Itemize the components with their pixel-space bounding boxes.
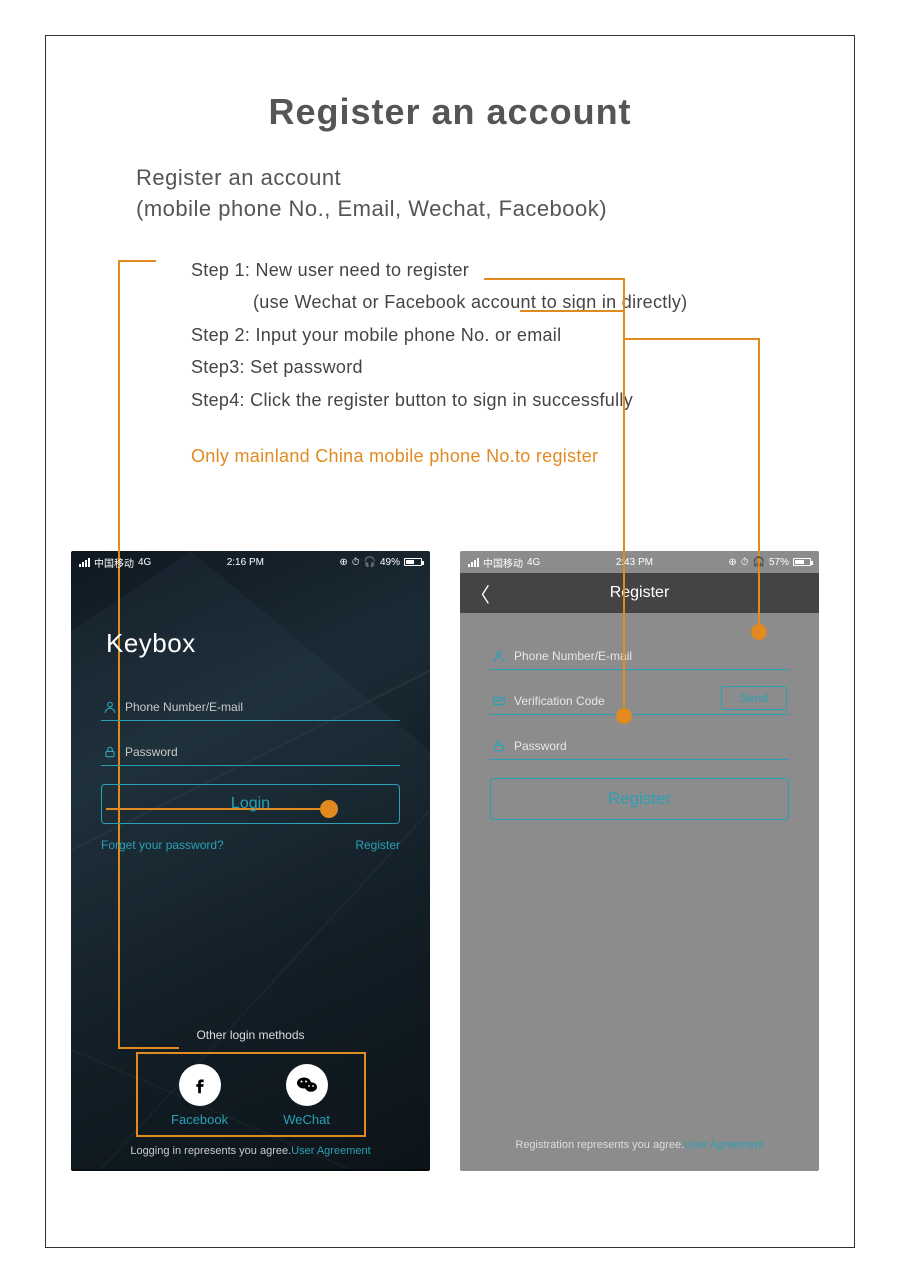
battery-pct: 49% xyxy=(380,557,400,568)
wechat-icon xyxy=(286,1064,328,1106)
battery-pct: 57% xyxy=(769,557,789,568)
wechat-label: WeChat xyxy=(283,1112,330,1127)
network-text: 4G xyxy=(527,557,540,568)
phone-email-placeholder: Phone Number/E-mail xyxy=(125,700,243,714)
register-screen: 中国移动 4G 2:43 PM ⊕ ⏱ 🎧 57% 〈 Register xyxy=(460,551,819,1171)
status-bar: 中国移动 4G 2:16 PM ⊕ ⏱ 🎧 49% xyxy=(71,551,430,573)
back-icon[interactable]: 〈 xyxy=(470,579,490,608)
facebook-login[interactable]: Facebook xyxy=(171,1064,228,1127)
wechat-login[interactable]: WeChat xyxy=(283,1064,330,1127)
headphones-icon: 🎧 xyxy=(364,557,376,568)
step-1a: Step 1: New user need to register xyxy=(191,255,819,286)
reg-phone-email-field[interactable]: Phone Number/E-mail xyxy=(490,643,789,670)
reg-password-placeholder: Password xyxy=(514,739,567,753)
alarm-icon: ⊕ xyxy=(728,557,736,568)
password-field[interactable]: Password xyxy=(101,739,400,766)
register-button[interactable]: Register xyxy=(490,778,789,820)
user-icon xyxy=(103,700,117,714)
message-icon xyxy=(492,694,506,708)
register-header-title: Register xyxy=(610,584,670,602)
clock-icon: ⏱ xyxy=(352,557,360,568)
reg-code-placeholder: Verification Code xyxy=(514,694,605,708)
step-4: Step4: Click the register button to sign… xyxy=(191,385,819,416)
login-agree-text: Logging in represents you agree.User Agr… xyxy=(71,1145,430,1157)
page-title: Register an account xyxy=(81,91,819,133)
alarm-icon: ⊕ xyxy=(339,557,347,568)
user-agreement-link[interactable]: User Agreement xyxy=(291,1145,370,1157)
step-1b: (use Wechat or Facebook account to sign … xyxy=(191,287,819,318)
send-code-button[interactable]: Send xyxy=(721,686,787,710)
clock-icon: ⏱ xyxy=(741,557,749,568)
lock-icon xyxy=(492,739,506,753)
signal-icon xyxy=(79,558,90,567)
register-link[interactable]: Register xyxy=(355,838,400,852)
reg-code-field[interactable]: Verification Code Send xyxy=(490,688,789,715)
password-placeholder: Password xyxy=(125,745,178,759)
app-name: Keybox xyxy=(106,628,430,659)
lock-icon xyxy=(103,745,117,759)
user-agreement-link[interactable]: User Agreement xyxy=(684,1139,763,1151)
network-text: 4G xyxy=(138,557,151,568)
subtitle-line2: (mobile phone No., Email, Wechat, Facebo… xyxy=(136,194,819,225)
battery-icon xyxy=(404,558,422,566)
user-icon xyxy=(492,649,506,663)
status-bar: 中国移动 4G 2:43 PM ⊕ ⏱ 🎧 57% xyxy=(460,551,819,573)
register-header: 〈 Register xyxy=(460,573,819,613)
facebook-label: Facebook xyxy=(171,1112,228,1127)
facebook-icon xyxy=(179,1064,221,1106)
step-3: Step3: Set password xyxy=(191,352,819,383)
forget-password-link[interactable]: Forget your password? xyxy=(101,838,224,852)
step-2: Step 2: Input your mobile phone No. or e… xyxy=(191,320,819,351)
register-agree-text: Registration represents you agree.User A… xyxy=(460,1138,819,1153)
subtitle: Register an account (mobile phone No., E… xyxy=(136,163,819,225)
subtitle-line1: Register an account xyxy=(136,163,819,194)
signal-icon xyxy=(468,558,479,567)
phone-email-field[interactable]: Phone Number/E-mail xyxy=(101,694,400,721)
battery-icon xyxy=(793,558,811,566)
login-screen: 中国移动 4G 2:16 PM ⊕ ⏱ 🎧 49% Keybox xyxy=(71,551,430,1171)
steps-list: Step 1: New user need to register (use W… xyxy=(191,255,819,472)
login-button[interactable]: Login xyxy=(101,784,400,824)
carrier-text: 中国移动 xyxy=(483,555,523,570)
note-text: Only mainland China mobile phone No.to r… xyxy=(191,441,819,472)
reg-phone-email-placeholder: Phone Number/E-mail xyxy=(514,649,632,663)
social-login-box: Facebook WeChat xyxy=(136,1052,366,1137)
status-time: 2:16 PM xyxy=(227,557,264,568)
reg-password-field[interactable]: Password xyxy=(490,733,789,760)
carrier-text: 中国移动 xyxy=(94,555,134,570)
status-time: 2:43 PM xyxy=(616,557,653,568)
other-login-title: Other login methods xyxy=(71,1028,430,1042)
headphones-icon: 🎧 xyxy=(753,557,765,568)
